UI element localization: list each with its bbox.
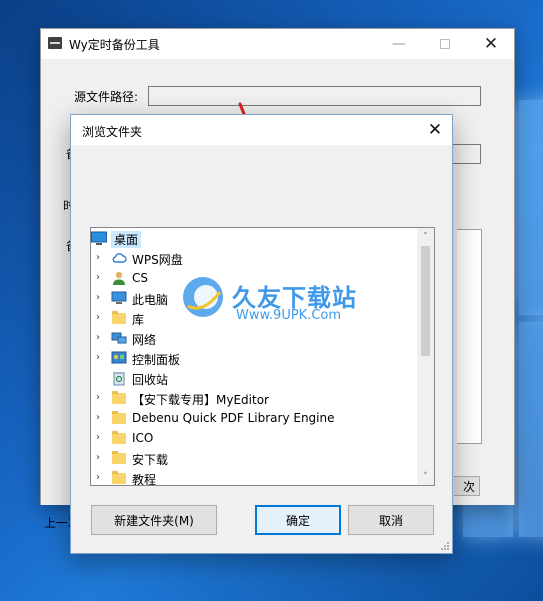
desktop-icon bbox=[91, 231, 107, 245]
main-titlebar[interactable]: Wy定时备份工具 — ✕ bbox=[41, 29, 514, 59]
tree-item-label: 回收站 bbox=[132, 373, 169, 387]
tree-item-anxiazai[interactable]: › 安下载 bbox=[91, 448, 417, 468]
cloud-icon bbox=[112, 253, 127, 263]
tree-item-tutorial[interactable]: › 教程 bbox=[91, 468, 417, 486]
backup-path-input[interactable] bbox=[450, 144, 481, 164]
scrollbar-thumb[interactable] bbox=[421, 246, 430, 356]
tree-scrollbar[interactable]: ˄ ˅ bbox=[417, 228, 434, 485]
dialog-title: 浏览文件夹 bbox=[82, 125, 143, 139]
tree-item-wps-cloud[interactable]: › WPS网盘 bbox=[91, 248, 417, 268]
chevron-right-icon: › bbox=[96, 452, 100, 463]
chevron-right-icon: › bbox=[96, 292, 100, 303]
scroll-up-icon[interactable]: ˄ bbox=[417, 228, 434, 245]
control-panel-icon bbox=[111, 351, 127, 364]
chevron-right-icon: › bbox=[96, 272, 100, 283]
watermark-url: Www.9UPK.Com bbox=[236, 308, 342, 323]
tree-item-control-panel[interactable]: › 控制面板 bbox=[91, 348, 417, 368]
maximize-icon bbox=[440, 39, 450, 49]
app-icon bbox=[48, 37, 62, 49]
source-path-label: 源文件路径: bbox=[74, 90, 139, 104]
scroll-down-icon[interactable]: ˅ bbox=[417, 468, 434, 485]
folder-icon bbox=[111, 430, 127, 446]
network-icon bbox=[111, 332, 127, 344]
folder-tree[interactable]: 桌面 › WPS网盘 › CS › 此电脑 › 库 › 网络 › 控制面板 回收… bbox=[90, 227, 435, 486]
computer-icon bbox=[111, 291, 127, 304]
tree-item-label: 【安下载专用】MyEditor bbox=[132, 393, 269, 407]
main-window-title: Wy定时备份工具 bbox=[69, 38, 160, 52]
close-button[interactable]: ✕ bbox=[468, 29, 514, 59]
chevron-right-icon: › bbox=[96, 412, 100, 423]
chevron-right-icon: › bbox=[96, 472, 100, 483]
ok-button[interactable]: 确定 bbox=[255, 505, 341, 535]
folder-icon bbox=[111, 470, 127, 485]
dialog-titlebar[interactable]: 浏览文件夹 ✕ bbox=[71, 115, 452, 145]
tree-item-label: 网络 bbox=[132, 333, 157, 347]
folder-icon bbox=[111, 410, 127, 426]
browse-folder-dialog: 浏览文件夹 ✕ 桌面 › WPS网盘 › CS › 此电脑 › 库 › 网络 ›… bbox=[70, 114, 453, 554]
watermark-logo: 久友下载站 Www.9UPK.Com bbox=[180, 272, 370, 332]
new-folder-button[interactable]: 新建文件夹(M) bbox=[91, 505, 217, 535]
tree-item-label: 此电脑 bbox=[132, 293, 169, 307]
source-path-input[interactable] bbox=[148, 86, 481, 106]
tree-item-label: 桌面 bbox=[111, 231, 142, 248]
maximize-button[interactable] bbox=[422, 29, 468, 59]
last-backup-button[interactable]: 次 bbox=[454, 476, 480, 496]
tree-item-label: ICO bbox=[132, 431, 154, 445]
dialog-close-button[interactable]: ✕ bbox=[418, 115, 452, 145]
minimize-icon: — bbox=[392, 36, 406, 52]
watermark-emblem-icon bbox=[183, 277, 223, 317]
tree-item-label: 教程 bbox=[132, 473, 157, 486]
chevron-right-icon: › bbox=[96, 332, 100, 343]
folder-icon bbox=[111, 310, 127, 326]
chevron-right-icon: › bbox=[96, 252, 100, 263]
close-icon: ✕ bbox=[427, 120, 443, 140]
user-icon bbox=[113, 271, 125, 285]
tree-item-desktop[interactable]: 桌面 bbox=[91, 228, 417, 248]
close-icon: ✕ bbox=[483, 34, 499, 54]
chevron-right-icon: › bbox=[96, 432, 100, 443]
tree-item-label: Debenu Quick PDF Library Engine bbox=[132, 411, 335, 425]
tree-item-label: 库 bbox=[132, 313, 145, 327]
chevron-right-icon: › bbox=[96, 312, 100, 323]
tree-item-label: WPS网盘 bbox=[132, 253, 183, 267]
tree-item-ico[interactable]: › ICO bbox=[91, 428, 417, 448]
chevron-right-icon: › bbox=[96, 352, 100, 363]
tree-item-myeditor[interactable]: › 【安下载专用】MyEditor bbox=[91, 388, 417, 408]
tree-item-label: CS bbox=[132, 271, 148, 285]
recycle-bin-icon bbox=[113, 372, 125, 386]
tree-item-debenu[interactable]: › Debenu Quick PDF Library Engine bbox=[91, 408, 417, 428]
chevron-right-icon: › bbox=[96, 392, 100, 403]
tree-item-recycle-bin[interactable]: 回收站 bbox=[91, 368, 417, 388]
resize-grip-icon[interactable] bbox=[440, 541, 450, 551]
tree-item-label: 控制面板 bbox=[132, 353, 181, 367]
minimize-button[interactable]: — bbox=[376, 29, 422, 59]
folder-icon bbox=[111, 450, 127, 466]
folder-icon bbox=[111, 390, 127, 406]
tree-item-label: 安下载 bbox=[132, 453, 169, 467]
backup-log-box[interactable] bbox=[457, 229, 482, 444]
cancel-button[interactable]: 取消 bbox=[348, 505, 434, 535]
